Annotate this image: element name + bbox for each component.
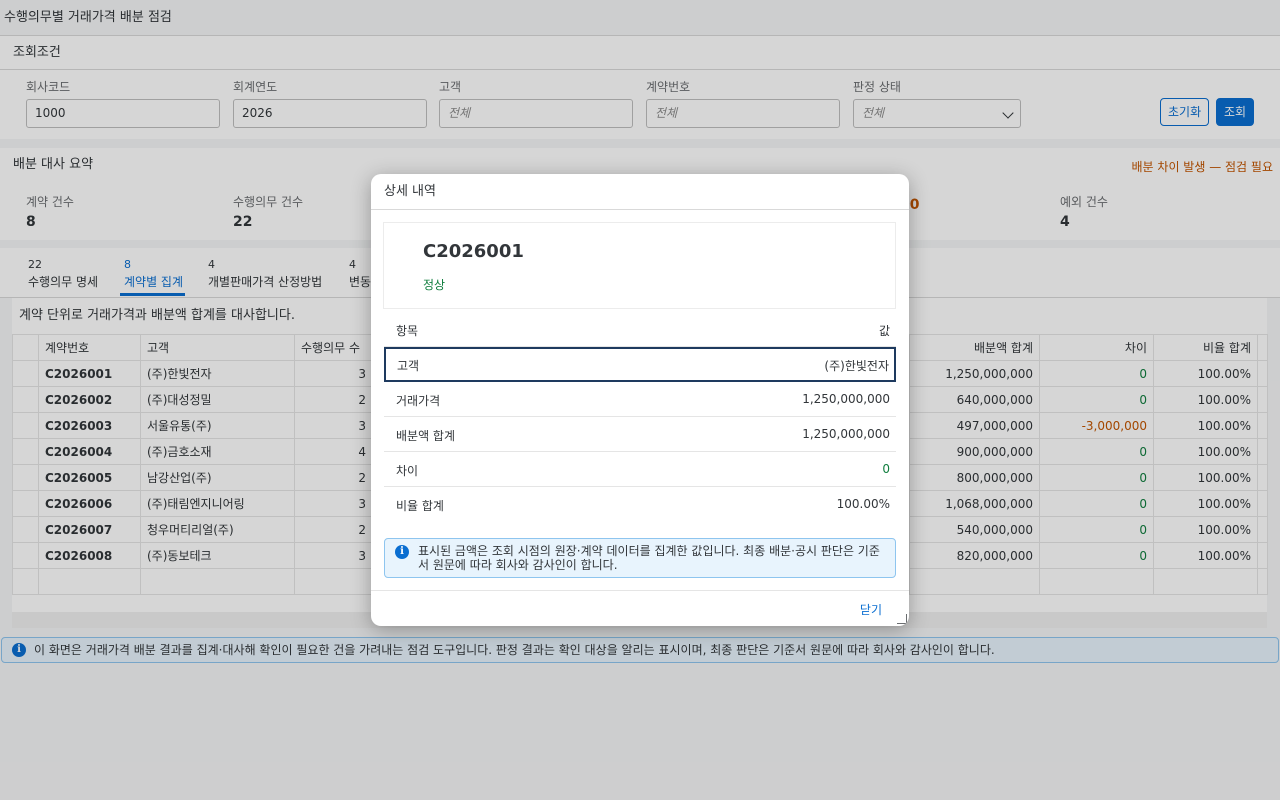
dialog-info-note: i 표시된 금액은 조회 시점의 원장·계약 데이터를 집계한 값입니다. 최종… (384, 538, 896, 578)
dialog-status: 정상 (423, 278, 446, 292)
dialog-row-alloc[interactable]: 배분액 합계 1,250,000,000 (384, 417, 896, 452)
dialog-detail-list: 항목 값 고객 (주)한빛전자 거래가격 1,250,000,000 배분액 합… (384, 312, 896, 522)
dialog-row-value: 1,250,000,000 (802, 427, 890, 441)
dialog-row-price[interactable]: 거래가격 1,250,000,000 (384, 382, 896, 417)
dialog-row-value: 0 (882, 462, 890, 476)
dialog-header-value: 값 (878, 324, 890, 338)
dialog-row-customer[interactable]: 고객 (주)한빛전자 (384, 347, 896, 382)
dialog-footer: 닫기 (371, 590, 909, 626)
detail-dialog: 상세 내역 C2026001 정상 항목 값 고객 (주)한빛전자 거래가격 1… (371, 174, 909, 626)
dialog-title: 상세 내역 (371, 174, 909, 210)
dialog-header-card: C2026001 정상 (383, 222, 896, 309)
dialog-list-header: 항목 값 (384, 312, 896, 347)
dialog-header-key: 항목 (396, 324, 419, 338)
dialog-note-text: 표시된 금액은 조회 시점의 원장·계약 데이터를 집계한 값입니다. 최종 배… (418, 544, 880, 572)
dialog-row-key: 고객 (397, 359, 420, 373)
info-icon: i (395, 545, 409, 559)
dialog-contract-id: C2026001 (423, 241, 524, 262)
dialog-row-key: 거래가격 (396, 394, 441, 408)
dialog-row-value: (주)한빛전자 (824, 359, 889, 373)
dialog-row-value: 1,250,000,000 (802, 392, 890, 406)
dialog-row-key: 차이 (396, 464, 419, 478)
dialog-row-key: 배분액 합계 (396, 429, 456, 443)
dialog-row-diff[interactable]: 차이 0 (384, 452, 896, 487)
dialog-row-key: 비율 합계 (396, 499, 444, 513)
close-button[interactable]: 닫기 (860, 601, 882, 618)
dialog-row-value: 100.00% (836, 497, 890, 511)
resize-grip-icon[interactable] (897, 614, 907, 624)
dialog-row-ratio[interactable]: 비율 합계 100.00% (384, 487, 896, 522)
